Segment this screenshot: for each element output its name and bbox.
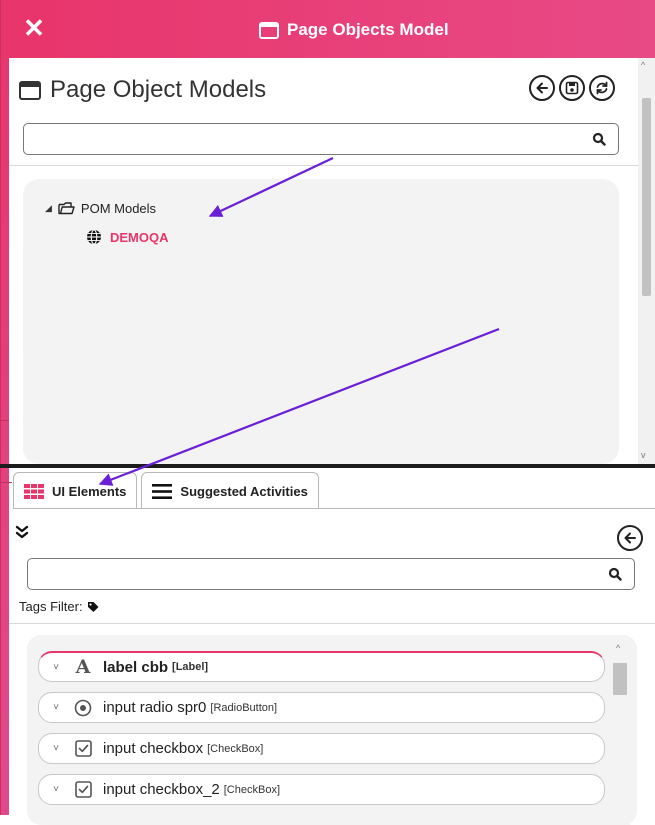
panel-divider[interactable] [0,464,655,468]
element-name: input radio spr0 [103,699,207,716]
back-arrow-icon[interactable] [617,525,643,551]
scroll-down-icon[interactable]: v [641,450,646,460]
tab-suggested-activities[interactable]: Suggested Activities [141,472,319,509]
window-title: Page Objects Model [259,19,449,41]
page-title: Page Object Models [19,76,266,104]
scrollbar-thumb[interactable] [613,663,627,695]
tags-filter-label: Tags Filter: [19,599,83,614]
element-name: input checkbox_2 [103,781,220,798]
elements-search-box [27,558,635,590]
window-title-text: Page Objects Model [287,20,449,39]
folder-open-icon [58,202,75,215]
tree-root-label: POM Models [80,201,157,216]
separator [9,623,655,624]
element-type: [Label] [172,661,209,673]
list-item[interactable]: ˅ A label cbb [Label] [38,651,605,682]
text-label-icon: A [75,656,91,678]
pom-tree: ◢ POM Models DEMOQA [23,179,619,464]
ui-elements-panel: Tags Filter: ˅ A label cbb [Label] ˅ inp… [9,509,655,825]
pom-search-box [23,123,619,155]
tree-item-label: DEMOQA [110,229,169,245]
tree-item[interactable]: DEMOQA [86,229,169,245]
globe-icon [87,229,101,245]
element-type: [RadioButton] [210,701,278,714]
scrollbar-thumb[interactable] [642,98,651,296]
search-icon[interactable] [592,132,606,146]
element-type: [CheckBox] [223,783,280,796]
window-icon [259,21,279,39]
scroll-up-icon[interactable]: ^ [641,60,645,70]
radio-button-icon [71,699,95,717]
element-name: label cbb [103,658,169,676]
back-arrow-icon[interactable] [529,75,555,101]
expand-chevron-icon[interactable]: ˅ [45,702,67,713]
element-name: input checkbox [103,740,204,757]
grid-icon [24,483,44,499]
page-title-text: Page Object Models [50,76,267,103]
scrollbar[interactable]: ^ v [638,58,655,464]
ui-elements-list: ˅ A label cbb [Label] ˅ input radio spr0… [27,635,637,825]
list-item[interactable]: ˅ input checkbox_2 [CheckBox] [38,774,605,805]
expand-chevron-icon[interactable]: ˅ [45,662,67,673]
separator [9,165,655,166]
tab-ui-elements[interactable]: UI Elements [13,472,138,509]
tag-icon[interactable] [87,601,99,613]
toolbar [529,75,615,101]
checkbox-icon [71,781,95,798]
expand-chevron-icon[interactable]: ˅ [45,784,67,795]
tab-label: UI Elements [52,483,127,499]
list-item[interactable]: ˅ input radio spr0 [RadioButton] [38,692,605,723]
list-item[interactable]: ˅ input checkbox [CheckBox] [38,733,605,764]
elements-search-input[interactable] [28,559,562,589]
tab-bar: UI Elements Suggested Activities [13,472,319,509]
pom-search-input[interactable] [24,124,547,154]
list-scrollbar[interactable]: ^ [610,641,630,825]
edge-stub-line [0,482,12,483]
left-accent-bar [0,0,9,815]
save-icon[interactable] [559,75,585,101]
element-type: [CheckBox] [207,742,264,755]
refresh-icon[interactable] [589,75,615,101]
scroll-up-icon[interactable]: ^ [616,643,620,653]
tags-filter[interactable]: Tags Filter: [19,599,99,614]
window-icon [19,80,41,100]
checkbox-icon [71,740,95,757]
tab-label: Suggested Activities [180,483,308,499]
expand-chevron-icon[interactable]: ˅ [45,743,67,754]
tree-root[interactable]: ◢ POM Models [45,201,156,216]
double-chevron-down-icon[interactable] [15,525,29,539]
search-icon[interactable] [608,567,622,581]
close-x-icon[interactable]: ✕ [21,14,47,42]
expand-triangle-icon[interactable]: ◢ [45,203,52,214]
list-icon [152,483,173,499]
window-titlebar: ✕ Page Objects Model [9,0,655,58]
pom-panel: Page Object Models ◢ POM Models DEMOQA ^… [9,58,655,464]
